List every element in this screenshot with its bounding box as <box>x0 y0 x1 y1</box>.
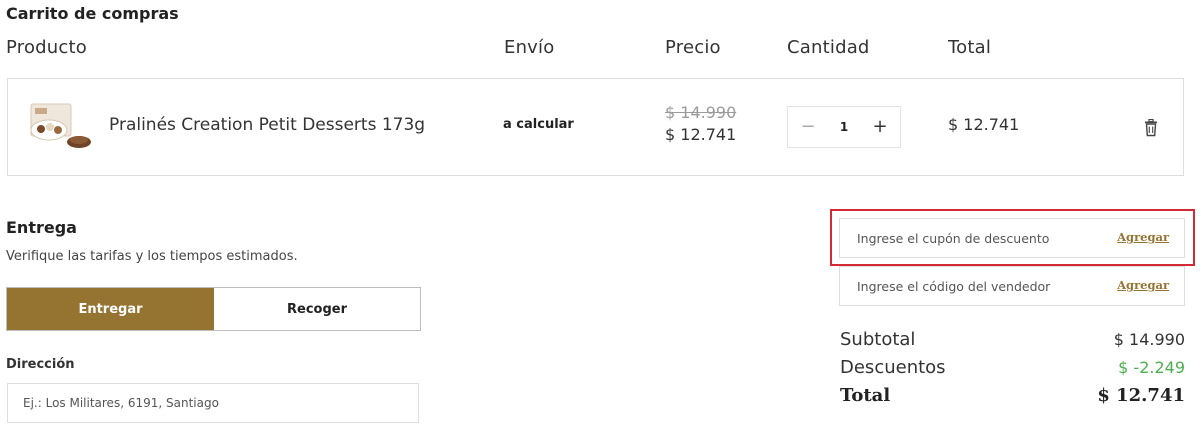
delivery-title: Entrega <box>6 218 77 237</box>
address-input[interactable] <box>7 383 419 423</box>
subtotal-label: Subtotal <box>840 329 916 350</box>
delivery-subtitle: Verifique las tarifas y los tiempos esti… <box>6 249 298 264</box>
column-header-price: Precio <box>665 37 721 58</box>
product-thumbnail[interactable] <box>27 100 97 152</box>
delivery-method-toggle: Entregar Recoger <box>6 287 421 331</box>
shipping-status: a calcular <box>503 117 574 132</box>
subtotal-value: $ 14.990 <box>1113 330 1185 349</box>
cart-title: Carrito de compras <box>6 4 179 23</box>
column-header-quantity: Cantidad <box>787 37 870 58</box>
decrease-quantity-button[interactable]: − <box>800 115 816 139</box>
deliver-option-button[interactable]: Entregar <box>7 288 214 330</box>
original-price: $ 14.990 <box>665 103 737 122</box>
line-total: $ 12.741 <box>948 115 1020 134</box>
column-header-shipping: Envío <box>504 37 555 58</box>
quantity-stepper: − 1 + <box>787 106 901 148</box>
discounts-value: $ -2.249 <box>1118 358 1185 377</box>
add-seller-code-button[interactable]: Agregar <box>1117 278 1169 292</box>
address-label: Dirección <box>6 357 75 372</box>
seller-code-input[interactable] <box>840 267 1127 305</box>
trash-icon[interactable] <box>1143 118 1159 137</box>
column-header-total: Total <box>948 37 992 58</box>
increase-quantity-button[interactable]: + <box>872 115 888 139</box>
discounts-label: Descuentos <box>840 357 946 378</box>
current-price: $ 12.741 <box>665 125 737 144</box>
product-name[interactable]: Pralinés Creation Petit Desserts 173g <box>109 115 425 135</box>
total-value: $ 12.741 <box>1097 385 1185 406</box>
column-header-product: Producto <box>6 37 87 58</box>
seller-code-field: Agregar <box>839 266 1185 306</box>
pickup-option-button[interactable]: Recoger <box>214 288 420 330</box>
total-label: Total <box>840 385 891 406</box>
quantity-value[interactable]: 1 <box>836 116 852 138</box>
coupon-highlight-frame <box>830 209 1195 266</box>
